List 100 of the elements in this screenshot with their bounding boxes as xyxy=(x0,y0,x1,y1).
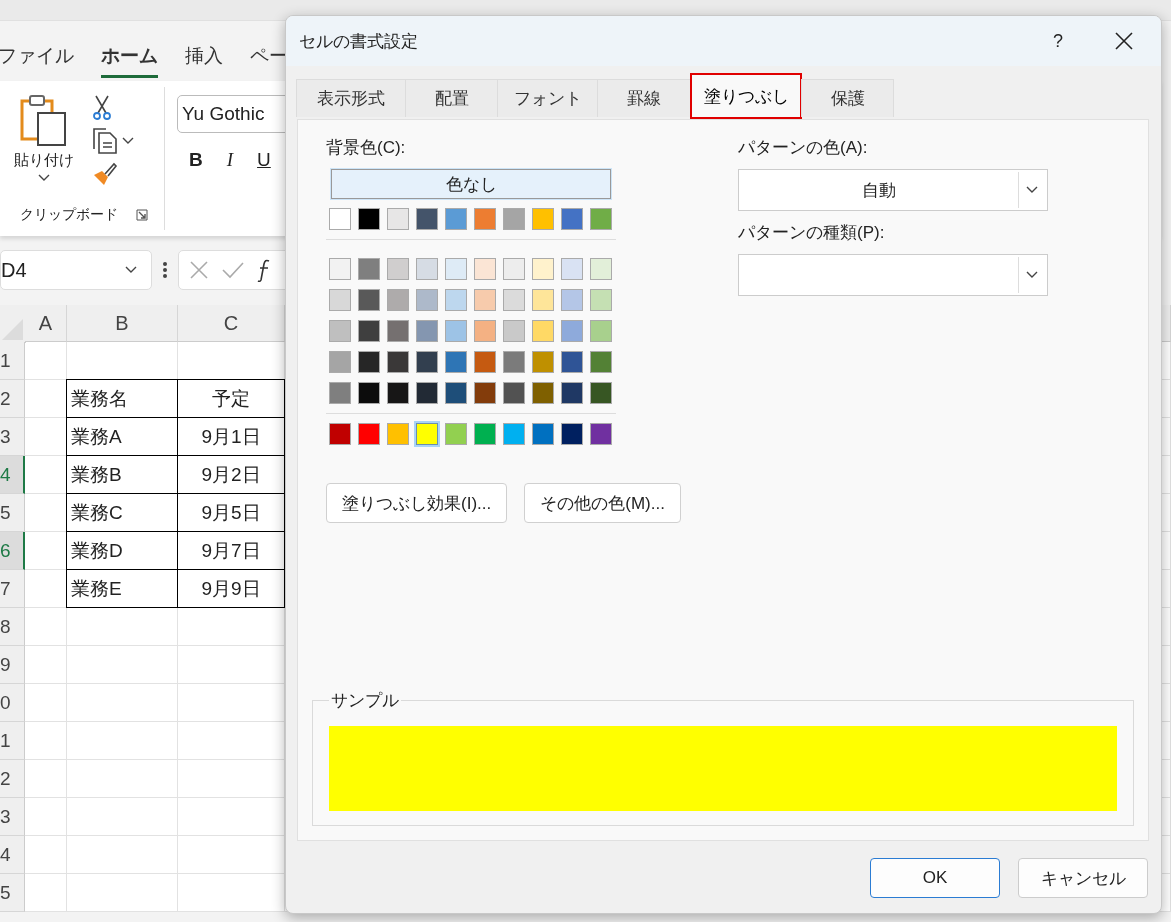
chevron-down-icon[interactable] xyxy=(38,174,50,182)
color-swatch[interactable] xyxy=(416,351,438,373)
color-swatch[interactable] xyxy=(532,320,554,342)
color-swatch[interactable] xyxy=(503,208,525,230)
color-swatch[interactable] xyxy=(358,351,380,373)
color-swatch[interactable] xyxy=(387,258,409,280)
color-swatch[interactable] xyxy=(561,320,583,342)
copy-icon[interactable] xyxy=(92,127,118,155)
color-swatch[interactable] xyxy=(445,289,467,311)
color-swatch[interactable] xyxy=(590,320,612,342)
color-swatch[interactable] xyxy=(416,320,438,342)
color-swatch[interactable] xyxy=(561,382,583,404)
color-swatch[interactable] xyxy=(561,208,583,230)
paste-button[interactable]: 貼り付け xyxy=(14,95,74,206)
color-swatch[interactable] xyxy=(358,382,380,404)
color-swatch[interactable] xyxy=(445,351,467,373)
color-swatch[interactable] xyxy=(503,320,525,342)
color-swatch[interactable] xyxy=(358,258,380,280)
color-swatch[interactable] xyxy=(561,351,583,373)
row-header[interactable]: 8 xyxy=(0,608,25,646)
tab[interactable]: 配置 xyxy=(405,79,498,117)
sheet-cell[interactable] xyxy=(25,836,67,874)
close-icon[interactable] xyxy=(1115,32,1133,50)
sheet-cell[interactable] xyxy=(67,646,178,684)
row-header[interactable]: 1 xyxy=(0,722,25,760)
more-colors-button[interactable]: その他の色(M)... xyxy=(524,483,681,523)
row-header[interactable]: 7 xyxy=(0,570,25,608)
ok-button[interactable]: OK xyxy=(870,858,1000,898)
color-swatch[interactable] xyxy=(416,258,438,280)
row-header[interactable]: 9 xyxy=(0,646,25,684)
color-swatch[interactable] xyxy=(532,423,554,445)
color-swatch[interactable] xyxy=(329,208,351,230)
chevron-down-icon[interactable] xyxy=(125,266,137,274)
dialog-launcher-icon[interactable] xyxy=(136,209,148,221)
help-button[interactable]: ? xyxy=(1053,30,1063,52)
color-swatch[interactable] xyxy=(590,382,612,404)
chevron-down-icon[interactable] xyxy=(1026,271,1038,279)
tab[interactable]: 塗りつぶし xyxy=(690,73,802,119)
row-header[interactable]: 0 xyxy=(0,684,25,722)
row-header[interactable]: 3 xyxy=(0,418,25,456)
color-swatch[interactable] xyxy=(358,208,380,230)
color-swatch[interactable] xyxy=(474,423,496,445)
color-swatch[interactable] xyxy=(532,351,554,373)
color-swatch[interactable] xyxy=(590,289,612,311)
sheet-cell[interactable] xyxy=(25,874,67,912)
scissors-icon[interactable] xyxy=(92,95,112,121)
color-swatch[interactable] xyxy=(474,382,496,404)
row-header[interactable]: 5 xyxy=(0,494,25,532)
row-header[interactable]: 4 xyxy=(0,836,25,874)
color-swatch[interactable] xyxy=(329,289,351,311)
sheet-cell[interactable] xyxy=(25,608,67,646)
color-swatch[interactable] xyxy=(329,258,351,280)
sheet-cell[interactable] xyxy=(25,798,67,836)
color-swatch[interactable] xyxy=(387,320,409,342)
color-swatch[interactable] xyxy=(387,382,409,404)
color-swatch[interactable] xyxy=(358,320,380,342)
sheet-cell[interactable] xyxy=(67,684,178,722)
row-header[interactable]: 3 xyxy=(0,798,25,836)
color-swatch[interactable] xyxy=(503,289,525,311)
function-icon[interactable] xyxy=(257,258,271,282)
row-header[interactable]: 5 xyxy=(0,874,25,912)
ribbon-tab[interactable]: 挿入 xyxy=(185,36,223,78)
color-swatch[interactable] xyxy=(416,289,438,311)
sheet-cell[interactable] xyxy=(67,760,178,798)
ribbon-tab[interactable]: ファイル xyxy=(0,36,74,78)
column-header[interactable]: A xyxy=(25,305,67,342)
row-header[interactable]: 4 xyxy=(0,456,25,494)
sheet-cell[interactable] xyxy=(67,608,178,646)
color-swatch[interactable] xyxy=(445,258,467,280)
color-swatch[interactable] xyxy=(387,208,409,230)
sheet-cell[interactable] xyxy=(25,342,67,380)
color-swatch[interactable] xyxy=(445,208,467,230)
color-swatch[interactable] xyxy=(503,423,525,445)
color-swatch[interactable] xyxy=(532,289,554,311)
color-swatch[interactable] xyxy=(561,258,583,280)
color-swatch[interactable] xyxy=(474,351,496,373)
color-swatch[interactable] xyxy=(445,423,467,445)
ribbon-tab[interactable]: ホーム xyxy=(101,36,158,78)
color-swatch[interactable] xyxy=(329,382,351,404)
color-swatch[interactable] xyxy=(590,351,612,373)
color-swatch[interactable] xyxy=(416,382,438,404)
tab[interactable]: 罫線 xyxy=(597,79,691,117)
sheet-cell[interactable] xyxy=(67,874,178,912)
format-button[interactable]: B xyxy=(189,149,203,171)
brush-icon[interactable] xyxy=(92,161,118,187)
color-swatch[interactable] xyxy=(358,289,380,311)
color-swatch[interactable] xyxy=(532,258,554,280)
tab[interactable]: 表示形式 xyxy=(296,79,406,117)
pattern-color-dropdown[interactable]: 自動 xyxy=(738,169,1048,211)
color-swatch[interactable] xyxy=(590,258,612,280)
color-swatch[interactable] xyxy=(503,382,525,404)
cancel-button[interactable]: キャンセル xyxy=(1018,858,1148,898)
sheet-cell[interactable] xyxy=(25,646,67,684)
no-color-button[interactable]: 色なし xyxy=(331,169,611,199)
sheet-cell[interactable] xyxy=(25,684,67,722)
chevron-down-icon[interactable] xyxy=(1026,186,1038,194)
color-swatch[interactable] xyxy=(474,258,496,280)
color-swatch[interactable] xyxy=(474,289,496,311)
tab[interactable]: 保護 xyxy=(801,79,894,117)
color-swatch[interactable] xyxy=(416,208,438,230)
